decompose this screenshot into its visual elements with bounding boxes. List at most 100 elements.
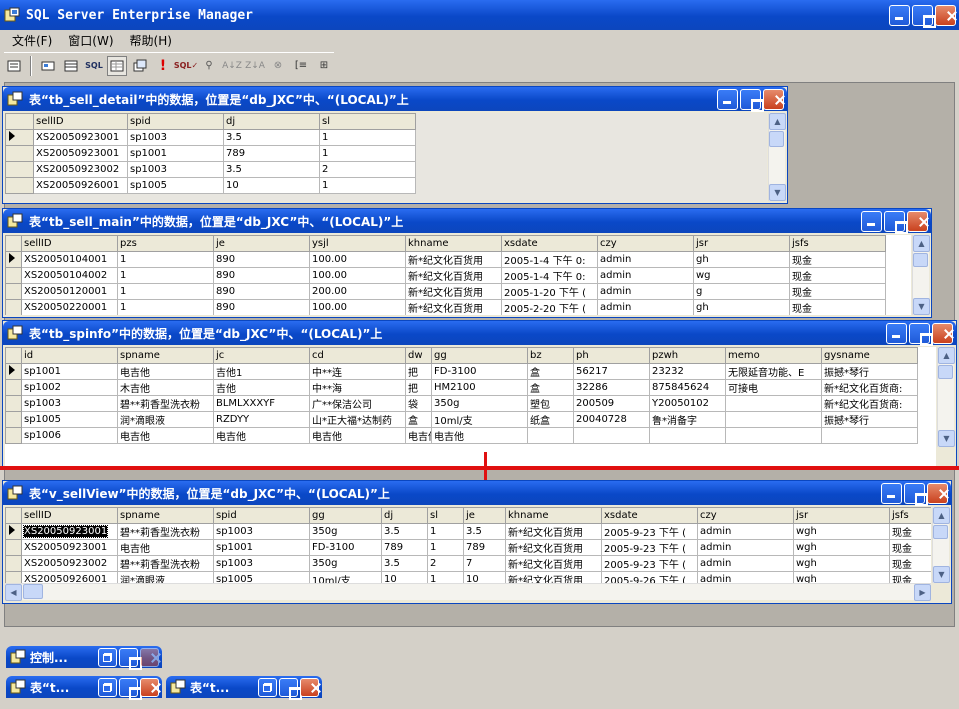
scroll-up-arrow[interactable]: ▲	[933, 507, 950, 524]
table-cell[interactable]: 现金	[789, 267, 886, 284]
table-row[interactable]: XS20050923001 sp1001 789 1	[5, 145, 416, 162]
run-button[interactable]: !	[153, 56, 173, 76]
row-selector[interactable]	[5, 145, 34, 162]
table-cell[interactable]: 木吉他	[117, 379, 214, 396]
minimize-button[interactable]	[881, 482, 902, 504]
table-cell[interactable]: 1	[319, 145, 416, 162]
row-selector[interactable]	[5, 267, 22, 284]
table-cell[interactable]: 890	[213, 251, 310, 268]
column-header[interactable]: jc	[213, 347, 310, 364]
table-cell[interactable]: 2	[319, 161, 416, 178]
table-cell[interactable]: sp1001	[213, 539, 310, 556]
table-cell[interactable]: 电吉他	[405, 427, 432, 444]
table-row[interactable]: XS20050923002 sp1003 3.5 2	[5, 161, 416, 178]
table-row[interactable]: XS20050926001 sp1005 10 1	[5, 177, 416, 194]
row-selector[interactable]	[5, 523, 22, 540]
table-cell[interactable]: HM2100	[431, 379, 528, 396]
table-row[interactable]: sp1002 木吉他 吉他 中**海把 HM2100 盒 32286 875845624 可接电…	[5, 379, 918, 396]
column-header[interactable]: xsdate	[501, 235, 598, 252]
table-cell[interactable]	[527, 427, 574, 444]
scroll-down-arrow[interactable]: ▼	[769, 184, 786, 201]
sort-ascending-button[interactable]: A↓Z	[222, 56, 242, 76]
column-header[interactable]: gysname	[821, 347, 918, 364]
column-header[interactable]: sl	[319, 113, 416, 130]
table-cell[interactable]: 新*纪文化百货用	[505, 523, 602, 540]
add-table-button[interactable]: ⊞	[314, 56, 334, 76]
app-minimize-button[interactable]	[889, 4, 910, 26]
maximize-button[interactable]	[119, 647, 138, 667]
row-selector[interactable]	[5, 363, 22, 380]
results-grid[interactable]: sellID pzs je ysjl khname xsdate czy jsr jsfs XS2…	[5, 235, 911, 315]
row-selector[interactable]	[5, 395, 22, 412]
table-cell[interactable]: 润*滴眼液	[117, 571, 214, 583]
table-cell[interactable]: 盒	[527, 379, 574, 396]
table-cell[interactable]: sp1005	[21, 411, 118, 428]
table-cell[interactable]: 中**连	[309, 363, 406, 380]
table-cell[interactable]: sp1003	[127, 129, 224, 146]
table-cell[interactable]: 789	[223, 145, 320, 162]
menu-file[interactable]: 文件(F)	[4, 32, 60, 49]
table-cell[interactable]: 200509	[573, 395, 650, 412]
scroll-thumb[interactable]	[769, 131, 784, 147]
table-cell[interactable]: 2005-1-20 下午 (	[501, 283, 598, 300]
table-cell[interactable]: 1	[427, 523, 464, 540]
table-cell[interactable]: 广**保洁公司	[309, 395, 406, 412]
show-diagram-pane-button[interactable]	[38, 56, 58, 76]
table-cell[interactable]: 789	[381, 539, 428, 556]
table-cell[interactable]: XS20050923001	[21, 539, 118, 556]
table-cell[interactable]: 7	[463, 555, 506, 572]
table-cell[interactable]: 1	[117, 299, 214, 315]
table-cell[interactable]: 1	[117, 283, 214, 300]
table-cell[interactable]: admin	[697, 523, 794, 540]
table-cell[interactable]: 350g	[431, 395, 528, 412]
minimize-button[interactable]	[861, 210, 882, 232]
table-cell[interactable]: XS20050104001	[21, 251, 118, 268]
table-cell[interactable]: sp1002	[21, 379, 118, 396]
scroll-up-arrow[interactable]: ▲	[913, 235, 930, 252]
column-header[interactable]: pzwh	[649, 347, 726, 364]
maximize-button[interactable]	[904, 482, 925, 504]
table-cell[interactable]	[573, 427, 650, 444]
row-selector[interactable]	[5, 251, 22, 268]
vertical-scrollbar[interactable]: ▲ ▼	[912, 235, 930, 315]
table-cell[interactable]: 碧**莉香型洗衣粉	[117, 523, 214, 540]
table-cell[interactable]: 无限延音功能、E	[725, 363, 822, 380]
table-cell[interactable]: 56217	[573, 363, 650, 380]
column-header[interactable]: dj	[381, 507, 428, 524]
table-cell[interactable]: 2	[427, 555, 464, 572]
table-cell[interactable]: 新*纪文化百货用	[505, 571, 602, 583]
column-header[interactable]: jsfs	[889, 507, 931, 524]
maximize-button[interactable]	[279, 677, 298, 697]
table-cell[interactable]: XS20050923002	[21, 555, 118, 572]
table-cell[interactable]: 塑包	[527, 395, 574, 412]
close-button[interactable]	[927, 482, 948, 504]
table-cell[interactable]: 盒	[527, 363, 574, 380]
table-cell[interactable]: 2005-9-23 下午 (	[601, 523, 698, 540]
column-header[interactable]: xsdate	[601, 507, 698, 524]
table-cell[interactable]: 32286	[573, 379, 650, 396]
table-cell[interactable]: wgh	[793, 571, 890, 583]
table-cell[interactable]: sp1005	[127, 177, 224, 194]
table-cell[interactable]: 电吉他	[117, 363, 214, 380]
row-selector[interactable]	[5, 299, 22, 315]
table-cell[interactable]: 1	[319, 177, 416, 194]
minimized-window-table-1[interactable]: 表“t...	[6, 676, 162, 698]
table-row[interactable]: sp1005 润*滴眼液 RZDYY 山*正大福*达制药盒 10ml/支 纸盒 200407…	[5, 411, 918, 428]
table-cell[interactable]: 新*纪文化百货用	[505, 555, 602, 572]
table-row[interactable]: XS20050923001 sp1003 3.5 1	[5, 129, 416, 146]
table-cell[interactable]: XS20050923002	[33, 161, 128, 178]
row-selector[interactable]	[5, 177, 34, 194]
table-row[interactable]: XS20050104002 1 890 100.00 新*纪文化百货用 2005-1-4 …	[5, 267, 886, 284]
column-header[interactable]: je	[463, 507, 506, 524]
table-row[interactable]: XS20050923002 碧**莉香型洗衣粉 sp1003 350g 3.5 2 7 新*纪…	[5, 555, 931, 572]
results-grid[interactable]: sellID spid dj sl XS20050923001 sp1003 3.5 1 XS2…	[5, 113, 767, 201]
row-selector[interactable]	[5, 161, 34, 178]
table-cell[interactable]: wgh	[793, 523, 890, 540]
table-cell[interactable]: 100.00	[309, 299, 406, 315]
table-cell[interactable]: 350g	[309, 523, 382, 540]
column-header[interactable]: bz	[527, 347, 574, 364]
vertical-scrollbar[interactable]: ▲ ▼	[768, 113, 786, 201]
row-selector[interactable]	[5, 571, 22, 583]
table-cell[interactable]: 盒	[405, 411, 432, 428]
row-selector[interactable]	[5, 411, 22, 428]
